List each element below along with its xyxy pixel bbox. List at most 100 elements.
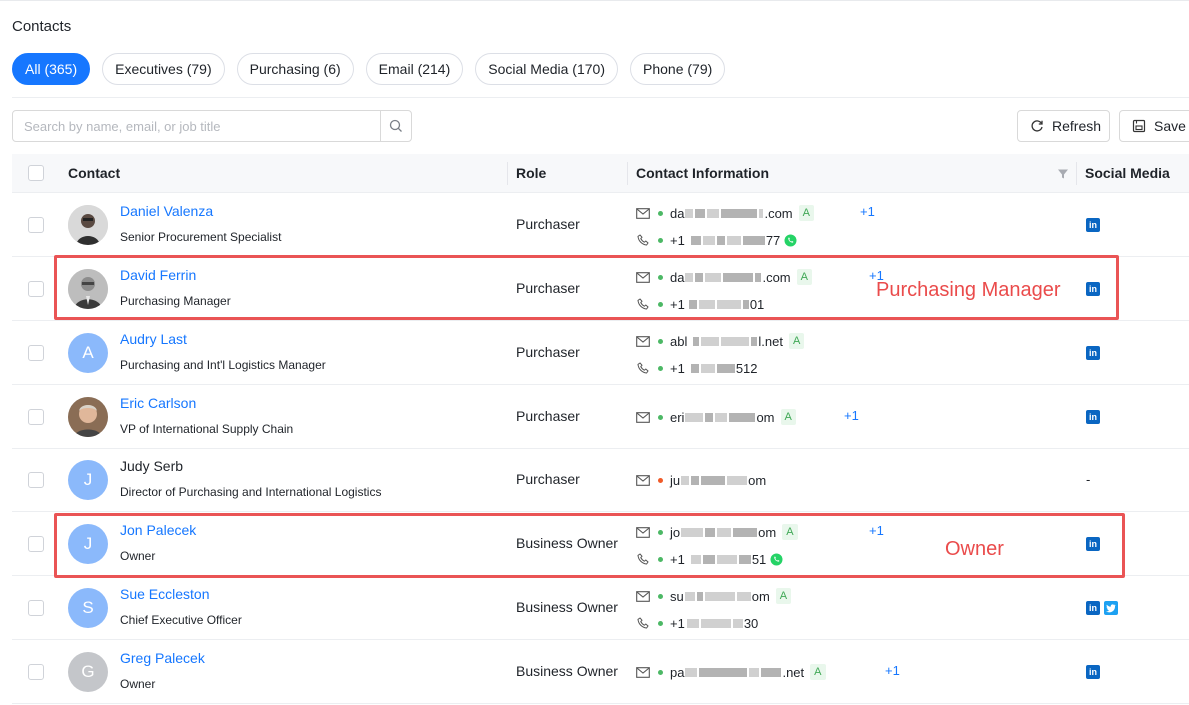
email-value[interactable]: da <box>670 206 684 221</box>
row-checkbox[interactable] <box>28 600 44 616</box>
phone-line: +1 77 <box>636 231 797 249</box>
blurred-text <box>755 272 762 282</box>
contact-name-link[interactable]: David Ferrin <box>120 267 196 283</box>
contact-name-link[interactable]: Eric Carlson <box>120 395 196 411</box>
job-title: Senior Procurement Specialist <box>120 230 282 244</box>
blurred-text <box>721 208 758 218</box>
email-value[interactable]: ju <box>670 473 680 488</box>
more-emails-link[interactable]: +1 <box>844 408 859 423</box>
refresh-label: Refresh <box>1052 118 1102 134</box>
email-line: eri om A <box>636 408 796 426</box>
linkedin-icon[interactable]: in <box>1086 346 1100 360</box>
select-all-checkbox[interactable] <box>28 165 44 181</box>
verified-badge: A <box>782 524 798 540</box>
blurred-text <box>716 363 735 373</box>
email-line: da .com A <box>636 204 814 222</box>
contact-name-link[interactable]: Jon Palecek <box>120 522 196 538</box>
more-emails-link[interactable]: +1 <box>885 663 900 678</box>
blurred-text <box>702 554 715 564</box>
email-value[interactable]: da <box>670 270 684 285</box>
phone-value[interactable]: +1 <box>670 552 685 567</box>
table-row: S Sue Eccleston Chief Executive Officer … <box>12 576 1189 640</box>
email-value[interactable]: pa <box>670 665 684 680</box>
row-checkbox[interactable] <box>28 409 44 425</box>
social-links: in <box>1086 346 1100 360</box>
role: Purchaser <box>516 216 580 232</box>
verified-badge: A <box>798 205 814 221</box>
blurred-text <box>684 591 695 601</box>
table-row: J Jon Palecek Owner Business Owner jo om… <box>12 512 1189 576</box>
save-button[interactable]: Save C <box>1119 110 1189 142</box>
tab-all[interactable]: All (365) <box>12 53 91 85</box>
filter-icon[interactable] <box>1057 168 1069 180</box>
linkedin-icon[interactable]: in <box>1086 282 1100 296</box>
row-checkbox[interactable] <box>28 217 44 233</box>
blurred-text <box>691 475 700 485</box>
social-links: in <box>1086 537 1100 551</box>
tab-email[interactable]: Email (214) <box>365 53 464 85</box>
contact-name-link[interactable]: Audry Last <box>120 331 187 347</box>
table-header: Contact Role Contact Information Social … <box>12 154 1189 193</box>
row-checkbox[interactable] <box>28 345 44 361</box>
social-links: in <box>1086 665 1100 679</box>
verified-badge: A <box>796 269 812 285</box>
refresh-button[interactable]: Refresh <box>1017 110 1110 142</box>
status-dot <box>658 365 663 371</box>
avatar: J <box>68 460 108 500</box>
blurred-text <box>716 235 725 245</box>
status-dot <box>658 556 663 562</box>
more-emails-link[interactable]: +1 <box>860 204 875 219</box>
contact-name-link[interactable]: Sue Eccleston <box>120 586 210 602</box>
blurred-text <box>761 667 782 677</box>
row-checkbox[interactable] <box>28 472 44 488</box>
role: Purchaser <box>516 408 580 424</box>
job-title: Owner <box>120 677 156 691</box>
linkedin-icon[interactable]: in <box>1086 665 1100 679</box>
header-social-media: Social Media <box>1085 165 1170 181</box>
tab-phone[interactable]: Phone (79) <box>630 53 726 85</box>
blurred-text <box>699 667 748 677</box>
phone-value[interactable]: +1 <box>670 297 685 312</box>
contact-name-link[interactable]: Daniel Valenza <box>120 203 213 219</box>
search-input[interactable] <box>13 111 380 141</box>
twitter-icon[interactable] <box>1104 601 1118 615</box>
whatsapp-icon <box>770 553 783 565</box>
linkedin-icon[interactable]: in <box>1086 218 1100 232</box>
section-divider <box>12 97 1189 98</box>
email-value[interactable]: abl <box>670 334 687 349</box>
email-value[interactable]: eri <box>670 410 684 425</box>
linkedin-icon[interactable]: in <box>1086 537 1100 551</box>
job-title: VP of International Supply Chain <box>120 422 294 436</box>
phone-value[interactable]: +1 <box>670 361 685 376</box>
search-button[interactable] <box>380 111 411 141</box>
phone-value[interactable]: +1 <box>670 233 685 248</box>
email-value[interactable]: jo <box>670 525 680 540</box>
email-suffix: l.net <box>758 333 783 349</box>
phone-value[interactable]: +1 <box>670 616 685 631</box>
phone-suffix: 30 <box>743 615 759 631</box>
blurred-text <box>716 554 737 564</box>
phone-icon <box>636 552 650 566</box>
tab-purchasing[interactable]: Purchasing (6) <box>236 53 354 85</box>
mail-icon <box>636 410 650 424</box>
linkedin-icon[interactable]: in <box>1086 601 1100 615</box>
more-emails-link[interactable]: +1 <box>869 523 884 538</box>
row-checkbox[interactable] <box>28 281 44 297</box>
phone-suffix: 51 <box>751 551 767 567</box>
email-suffix: om <box>748 472 767 488</box>
mail-icon <box>636 270 650 284</box>
contact-name-link[interactable]: Greg Palecek <box>120 650 205 666</box>
blurred-text <box>738 554 751 564</box>
row-checkbox[interactable] <box>28 664 44 680</box>
phone-icon <box>636 297 650 311</box>
blurred-text <box>695 272 704 282</box>
linkedin-icon[interactable]: in <box>1086 410 1100 424</box>
social-links: in <box>1086 218 1100 232</box>
tab-social-media[interactable]: Social Media (170) <box>475 53 618 85</box>
tab-executives[interactable]: Executives (79) <box>102 53 225 85</box>
email-value[interactable]: su <box>670 589 684 604</box>
status-dot <box>658 529 663 535</box>
blurred-text <box>681 475 690 485</box>
row-checkbox[interactable] <box>28 536 44 552</box>
phone-suffix: 77 <box>765 232 781 248</box>
